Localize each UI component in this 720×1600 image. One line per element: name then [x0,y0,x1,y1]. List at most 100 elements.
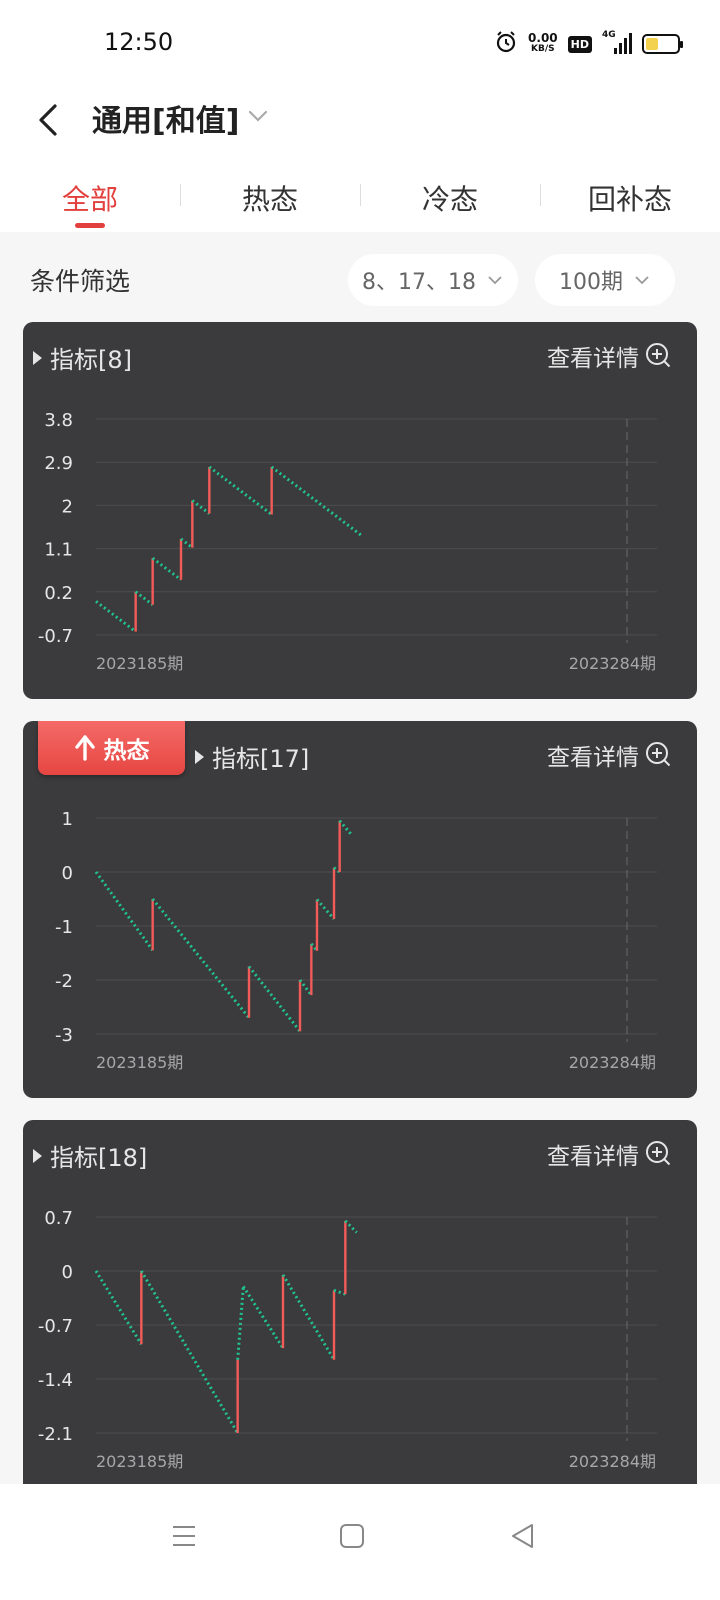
status-time: 12:50 [104,28,174,56]
decay-segment [315,898,336,920]
battery-icon [642,34,683,54]
alarm-icon [494,30,518,58]
tab-label: 热态 [241,183,298,216]
back-nav-button[interactable] [494,1508,550,1564]
home-button[interactable] [324,1508,380,1564]
tab-bar: 全部 热态 冷态 回补态 [0,156,720,232]
view-detail-link[interactable]: 查看详情 [547,1137,673,1171]
tab-item[interactable]: 热态 [180,156,360,232]
decay-segment [338,819,353,836]
y-tick-label: 0 [62,863,73,884]
decay-segment [94,1270,143,1346]
decay-segment [333,1288,346,1296]
indicator-card: 指标[18] 查看详情 0.7 0 -0.7 -1.4 -2.1 2023185期 202328… [23,1120,697,1497]
signal-icon: 4G [602,30,632,56]
tab-item[interactable]: 回补态 [540,156,720,232]
battery-fill [646,38,658,50]
period-filter-dropdown[interactable]: 100期 [535,254,675,306]
indicator-title-toggle[interactable]: 指标[8] [33,340,132,375]
menu-button[interactable] [156,1508,212,1564]
chevron-down-icon [635,276,649,285]
tab-label: 全部 [61,183,118,216]
decay-segment [236,1286,245,1360]
tab-active-indicator [75,223,105,228]
decay-segment [140,1270,239,1434]
view-detail-label: 查看详情 [547,1144,639,1170]
indicator-card: 指标[8] 查看详情 3.8 2.9 2 1.1 0.2 -0.7 2023185期 202328… [23,322,697,699]
decay-segment [270,465,364,538]
net-speed: 0.00 KB/S [528,31,558,55]
y-tick-label: -3 [55,1025,73,1046]
tab-separator [180,184,181,206]
numbers-filter-value: 8、17、18 [362,270,476,295]
tab-item[interactable]: 全部 [0,156,180,232]
y-tick-label: -0.7 [38,1316,73,1337]
indicator-title-toggle[interactable]: 指标[18] [33,1138,147,1173]
indicator-title: 指标[17] [212,745,310,773]
decay-segment [281,1274,336,1361]
expand-triangle-icon [33,1148,42,1163]
decay-segment [247,965,302,1033]
chevron-left-icon [39,104,57,136]
numbers-filter-dropdown[interactable]: 8、17、18 [348,254,518,306]
y-tick-label: 0.7 [44,1208,73,1229]
decay-segment [95,600,137,633]
system-nav-bar [0,1484,720,1600]
net-speed-value: 0.00 [528,31,558,45]
y-tick-label: 0 [62,1262,73,1283]
decay-segment [208,465,273,516]
view-detail-link[interactable]: 查看详情 [547,339,673,373]
x-end-label: 2023284期 [569,1452,656,1471]
header-bar: 通用[和值] [0,90,720,156]
card-header: 指标[18] 查看详情 [23,1120,697,1184]
y-tick-label: 1 [62,809,73,830]
x-end-label: 2023284期 [569,654,656,673]
expand-triangle-icon [195,749,204,764]
hot-state-badge-label: 热态 [103,738,150,764]
indicator-title: 指标[18] [50,1144,148,1172]
page-title: 通用[和值] [92,104,240,139]
view-detail-link[interactable]: 查看详情 [547,738,673,772]
y-tick-label: -2.1 [38,1424,73,1445]
zoom-in-icon [646,1141,671,1166]
tab-label: 回补态 [587,183,672,216]
filter-row: 条件筛选 8、17、18 100期 [0,248,720,308]
indicator-chart: 3.8 2.9 2 1.1 0.2 -0.7 2023185期 2023284期 [38,410,657,673]
period-filter-value: 100期 [559,270,623,295]
hd-badge: HD [567,35,592,53]
menu-icon [173,1526,195,1546]
card-header: 指标[8] 查看详情 [23,322,697,386]
x-end-label: 2023284期 [569,1053,656,1072]
indicator-chart: 1 0 -1 -2 -3 2023185期 2023284期 [55,809,657,1072]
decay-segment [151,557,182,581]
decay-segment [151,898,251,1019]
expand-triangle-icon [33,350,42,365]
decay-segment [180,537,194,549]
decay-segment [298,979,313,997]
back-triangle-icon [512,1524,533,1548]
chevron-down-icon [488,276,502,285]
arrow-up-icon [74,735,95,761]
x-start-label: 2023185期 [96,1053,183,1072]
view-detail-label: 查看详情 [547,745,639,771]
back-button[interactable] [30,98,66,142]
decay-segment [344,1219,358,1234]
net-speed-unit: KB/S [531,44,555,54]
y-tick-label: -0.7 [38,626,73,647]
y-tick-label: -1.4 [38,1370,73,1391]
status-bar: 12:50 0.00 KB/S HD 4G [0,0,720,90]
tab-separator [540,184,541,206]
decay-segment [242,1285,285,1349]
zoom-in-icon [646,343,671,368]
y-tick-label: 2 [62,496,73,517]
tab-item[interactable]: 冷态 [360,156,540,232]
chevron-down-icon[interactable] [246,104,270,128]
y-tick-label: 2.9 [44,453,73,474]
indicator-card: 热态 指标[17] 查看详情 1 0 -1 -2 -3 2023185期 2023284期 [23,721,697,1098]
decay-segment [191,499,211,515]
decay-segment [94,871,154,952]
decay-segment [134,590,154,606]
y-tick-label: 0.2 [44,583,73,604]
y-tick-label: -2 [55,971,73,992]
indicator-title-toggle[interactable]: 指标[17] [195,739,309,774]
